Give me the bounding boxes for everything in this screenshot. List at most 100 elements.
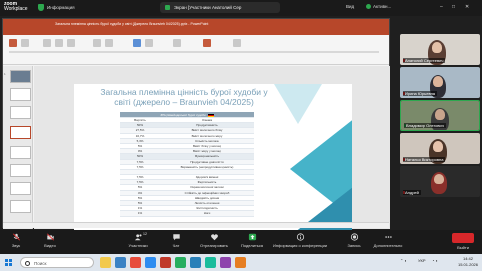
- new-slide-icon[interactable]: [21, 39, 29, 47]
- status-dot-icon: [366, 4, 371, 9]
- meeting-info-button[interactable]: Информация о конференции: [270, 230, 330, 248]
- font-icon[interactable]: [43, 39, 51, 47]
- microphone-muted-icon: [12, 233, 21, 241]
- close-icon[interactable]: ✕: [465, 4, 469, 10]
- more-label: Дополнительно: [373, 243, 403, 248]
- participant-tile[interactable]: Наталья Викторовна: [400, 133, 480, 164]
- align-icon[interactable]: [105, 39, 113, 47]
- view-button[interactable]: Вид: [346, 4, 354, 9]
- dictate-icon[interactable]: [203, 39, 211, 47]
- slide-thumbnail[interactable]: [10, 146, 31, 159]
- screen-share-indicator[interactable]: Экран [Участники Анатолий Сер: [160, 2, 280, 13]
- cell-trait: Продуктивне довголіття: [190, 159, 224, 164]
- app-icon[interactable]: [235, 257, 246, 268]
- participant-name: Андрей: [403, 190, 421, 195]
- participants-count: 12: [143, 232, 147, 236]
- participant-name: Наталья Викторовна: [403, 157, 446, 162]
- cell-weight: 16,7%: [135, 133, 145, 138]
- cell-trait: Здоров'я вимені: [195, 175, 219, 180]
- thumb-number: 1: [4, 72, 6, 76]
- more-button[interactable]: Дополнительно: [368, 230, 408, 248]
- minimize-icon[interactable]: –: [440, 4, 443, 10]
- cell-trait: Оцінка молочної залози: [190, 185, 224, 190]
- cell-trait: Вміст молочного жиру: [191, 133, 223, 138]
- language-indicator[interactable]: УКР: [418, 258, 426, 263]
- zoom-window: zoom Workplace Информация Экран [Участни…: [0, 0, 482, 271]
- ribbon-label-row: [9, 51, 379, 53]
- cell-weight: 1%: [137, 211, 143, 216]
- video-label: Видео: [44, 243, 56, 248]
- bold-icon[interactable]: [55, 39, 63, 47]
- cell-trait: Вираженість (непродуктивна цінність): [180, 164, 234, 169]
- cell-trait: Вміст жиру у молоці: [193, 149, 221, 154]
- slide-thumbnail[interactable]: [10, 182, 31, 195]
- edge-browser-icon[interactable]: [115, 257, 126, 268]
- shapes-icon[interactable]: [133, 39, 141, 47]
- slide-thumbnail[interactable]: [10, 70, 31, 83]
- share-indicator-text: Экран [Участники Анатолий Сер: [174, 5, 242, 10]
- cell-weight: 7,5%: [136, 175, 144, 180]
- slide-editing-area: Загальна племінна цінність бурої худоби …: [34, 66, 390, 240]
- designer-icon[interactable]: [233, 39, 241, 47]
- camera-off-icon: [46, 233, 55, 241]
- find-icon[interactable]: [173, 39, 181, 47]
- chat-button[interactable]: Чат: [156, 230, 196, 248]
- slide-thumbnail[interactable]: [10, 106, 31, 119]
- zoom-app-icon[interactable]: [145, 257, 156, 268]
- video-button[interactable]: Видео: [30, 230, 70, 248]
- taskbar-clock[interactable]: 14:42 15.01.2026: [458, 256, 478, 268]
- taskbar-search-box[interactable]: Поиск: [20, 257, 94, 268]
- system-tray-icons[interactable]: ⌃ ◐: [400, 258, 407, 263]
- chat-icon: [172, 233, 181, 241]
- slide-thumbnail[interactable]: [10, 88, 31, 101]
- app-icon[interactable]: [220, 257, 231, 268]
- file-explorer-icon[interactable]: [100, 257, 111, 268]
- participant-tile-active-speaker[interactable]: Владимир Олегович: [400, 100, 480, 131]
- status-label: Активн...: [373, 4, 392, 9]
- slide-thumbnail[interactable]: [10, 164, 31, 177]
- share-screen-icon: [248, 233, 257, 241]
- cell-trait: [160, 170, 254, 174]
- paragraph-icon[interactable]: [93, 39, 101, 47]
- participant-tile[interactable]: Ирина Юрьевна: [400, 67, 480, 98]
- more-dots-icon: [384, 233, 393, 241]
- powerpoint-status-bar: [3, 222, 389, 228]
- audio-label: Звук: [11, 243, 21, 248]
- paste-icon[interactable]: [9, 39, 17, 47]
- cell-trait: Функціональність: [194, 154, 220, 159]
- windows-start-icon[interactable]: [5, 259, 12, 266]
- leave-meeting-button[interactable]: [452, 233, 474, 243]
- meeting-info-label[interactable]: Информация: [47, 5, 75, 10]
- slide-thumbnail[interactable]: [10, 200, 31, 213]
- slide-thumbnails-panel[interactable]: 1: [3, 66, 33, 229]
- participant-tile[interactable]: Анатолий Сергеевич: [400, 34, 480, 65]
- app-icon[interactable]: [175, 257, 186, 268]
- cell-trait: Вміст молочного білку: [191, 128, 223, 133]
- powerpoint-ribbon: [3, 35, 389, 65]
- share-screen-icon: [165, 5, 170, 10]
- cell-weight: 1%: [137, 206, 143, 211]
- chat-label: Чат: [172, 243, 180, 248]
- participant-tile[interactable]: Андрей: [400, 166, 480, 197]
- participants-label: Участники: [128, 243, 148, 248]
- participant-name: Владимир Олегович: [404, 123, 446, 128]
- react-button[interactable]: Отреагировать: [194, 230, 234, 248]
- italic-icon[interactable]: [67, 39, 75, 47]
- arrange-icon[interactable]: [145, 39, 153, 47]
- powerpoint-app-icon[interactable]: [160, 257, 171, 268]
- security-shield-icon[interactable]: [38, 4, 44, 11]
- share-screen-button[interactable]: Поделиться: [232, 230, 272, 248]
- cell-trait: Вміст білку у молоці: [192, 143, 222, 148]
- participants-button[interactable]: Участники: [118, 230, 158, 248]
- app-icon[interactable]: [205, 257, 216, 268]
- slide-thumbnail-active[interactable]: [10, 126, 31, 139]
- column-header-weight: Вартість: [134, 118, 146, 122]
- zoom-logo: zoom Workplace: [4, 2, 28, 12]
- word-app-icon[interactable]: [190, 257, 201, 268]
- app-icon[interactable]: [130, 257, 141, 268]
- cell-weight: 5%: [137, 195, 143, 200]
- current-slide[interactable]: Загальна племінна цінність бурої худоби …: [74, 84, 352, 240]
- record-label: Запись: [347, 243, 361, 248]
- network-volume-icons[interactable]: ◔ ◖: [432, 258, 438, 263]
- maximize-icon[interactable]: □: [452, 4, 455, 10]
